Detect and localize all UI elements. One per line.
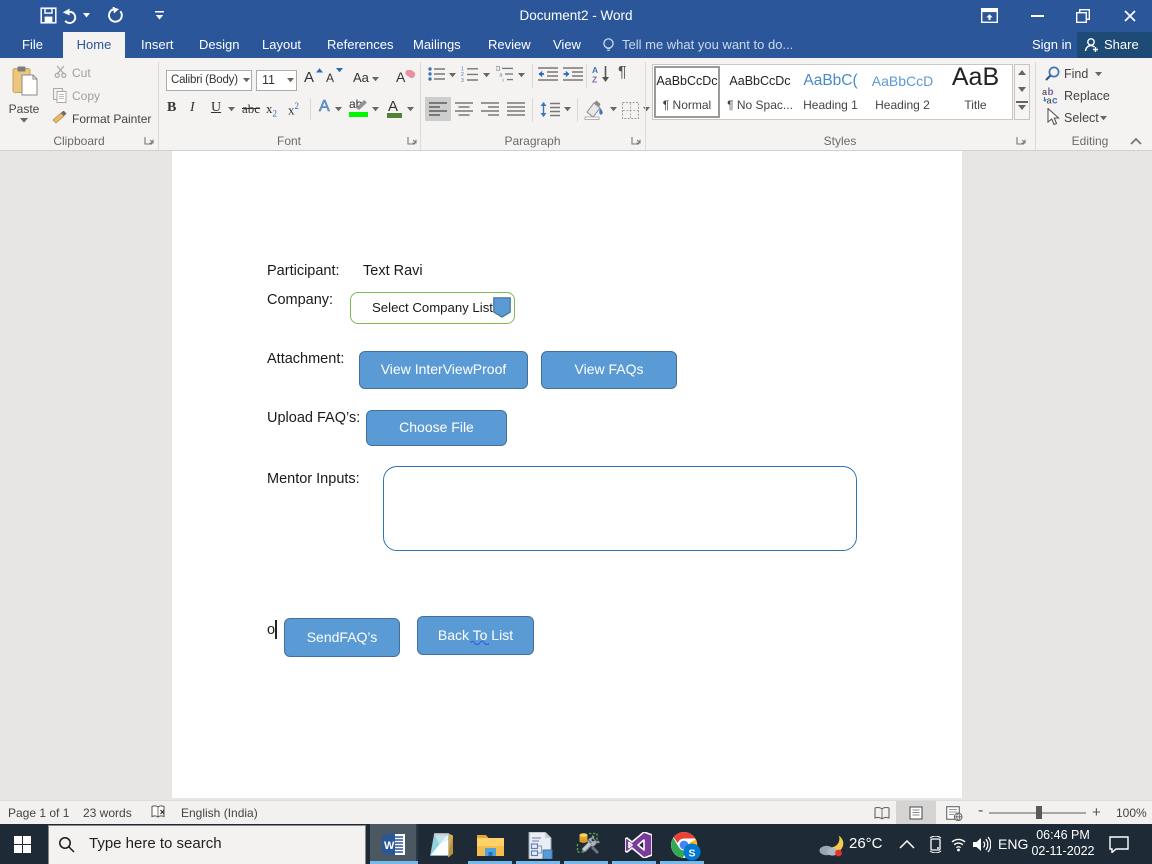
svg-text:W: W: [384, 840, 395, 852]
svg-text:S: S: [689, 848, 696, 860]
